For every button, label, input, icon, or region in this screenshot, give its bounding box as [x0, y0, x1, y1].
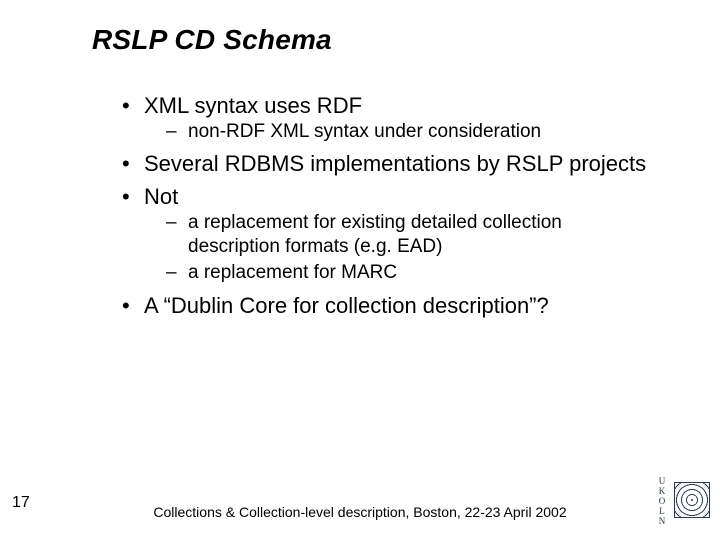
slide-body: XML syntax uses RDF non-RDF XML syntax u… — [116, 92, 656, 325]
bullet-item: Not a replacement for existing detailed … — [116, 183, 656, 285]
bullet-text: a replacement for MARC — [188, 262, 397, 283]
bullet-text: A “Dublin Core for collection descriptio… — [144, 293, 549, 318]
bullet-item: A “Dublin Core for collection descriptio… — [116, 292, 656, 320]
logo-mark-icon — [674, 482, 710, 518]
bullet-list-level-2: non-RDF XML syntax under consideration — [144, 120, 656, 144]
bullet-text: a replacement for existing detailed coll… — [188, 212, 562, 257]
bullet-sub-item: non-RDF XML syntax under consideration — [144, 120, 656, 144]
bullet-list-level-1: XML syntax uses RDF non-RDF XML syntax u… — [116, 92, 656, 319]
ukoln-logo: U K O L N — [656, 476, 710, 522]
bullet-text: Several RDBMS implementations by RSLP pr… — [144, 151, 646, 176]
slide: RSLP CD Schema XML syntax uses RDF non-R… — [0, 0, 720, 540]
footer-text: Collections & Collection-level descripti… — [0, 504, 720, 520]
bullet-list-level-2: a replacement for existing detailed coll… — [144, 211, 656, 286]
bullet-sub-item: a replacement for existing detailed coll… — [144, 211, 656, 260]
bullet-sub-item: a replacement for MARC — [144, 261, 656, 285]
slide-title: RSLP CD Schema — [92, 24, 332, 56]
bullet-text: XML syntax uses RDF — [144, 93, 362, 118]
bullet-item: Several RDBMS implementations by RSLP pr… — [116, 150, 656, 178]
logo-letters: U K O L N — [656, 476, 668, 522]
bullet-text: non-RDF XML syntax under consideration — [188, 121, 541, 142]
bullet-text: Not — [144, 184, 178, 209]
bullet-item: XML syntax uses RDF non-RDF XML syntax u… — [116, 92, 656, 144]
